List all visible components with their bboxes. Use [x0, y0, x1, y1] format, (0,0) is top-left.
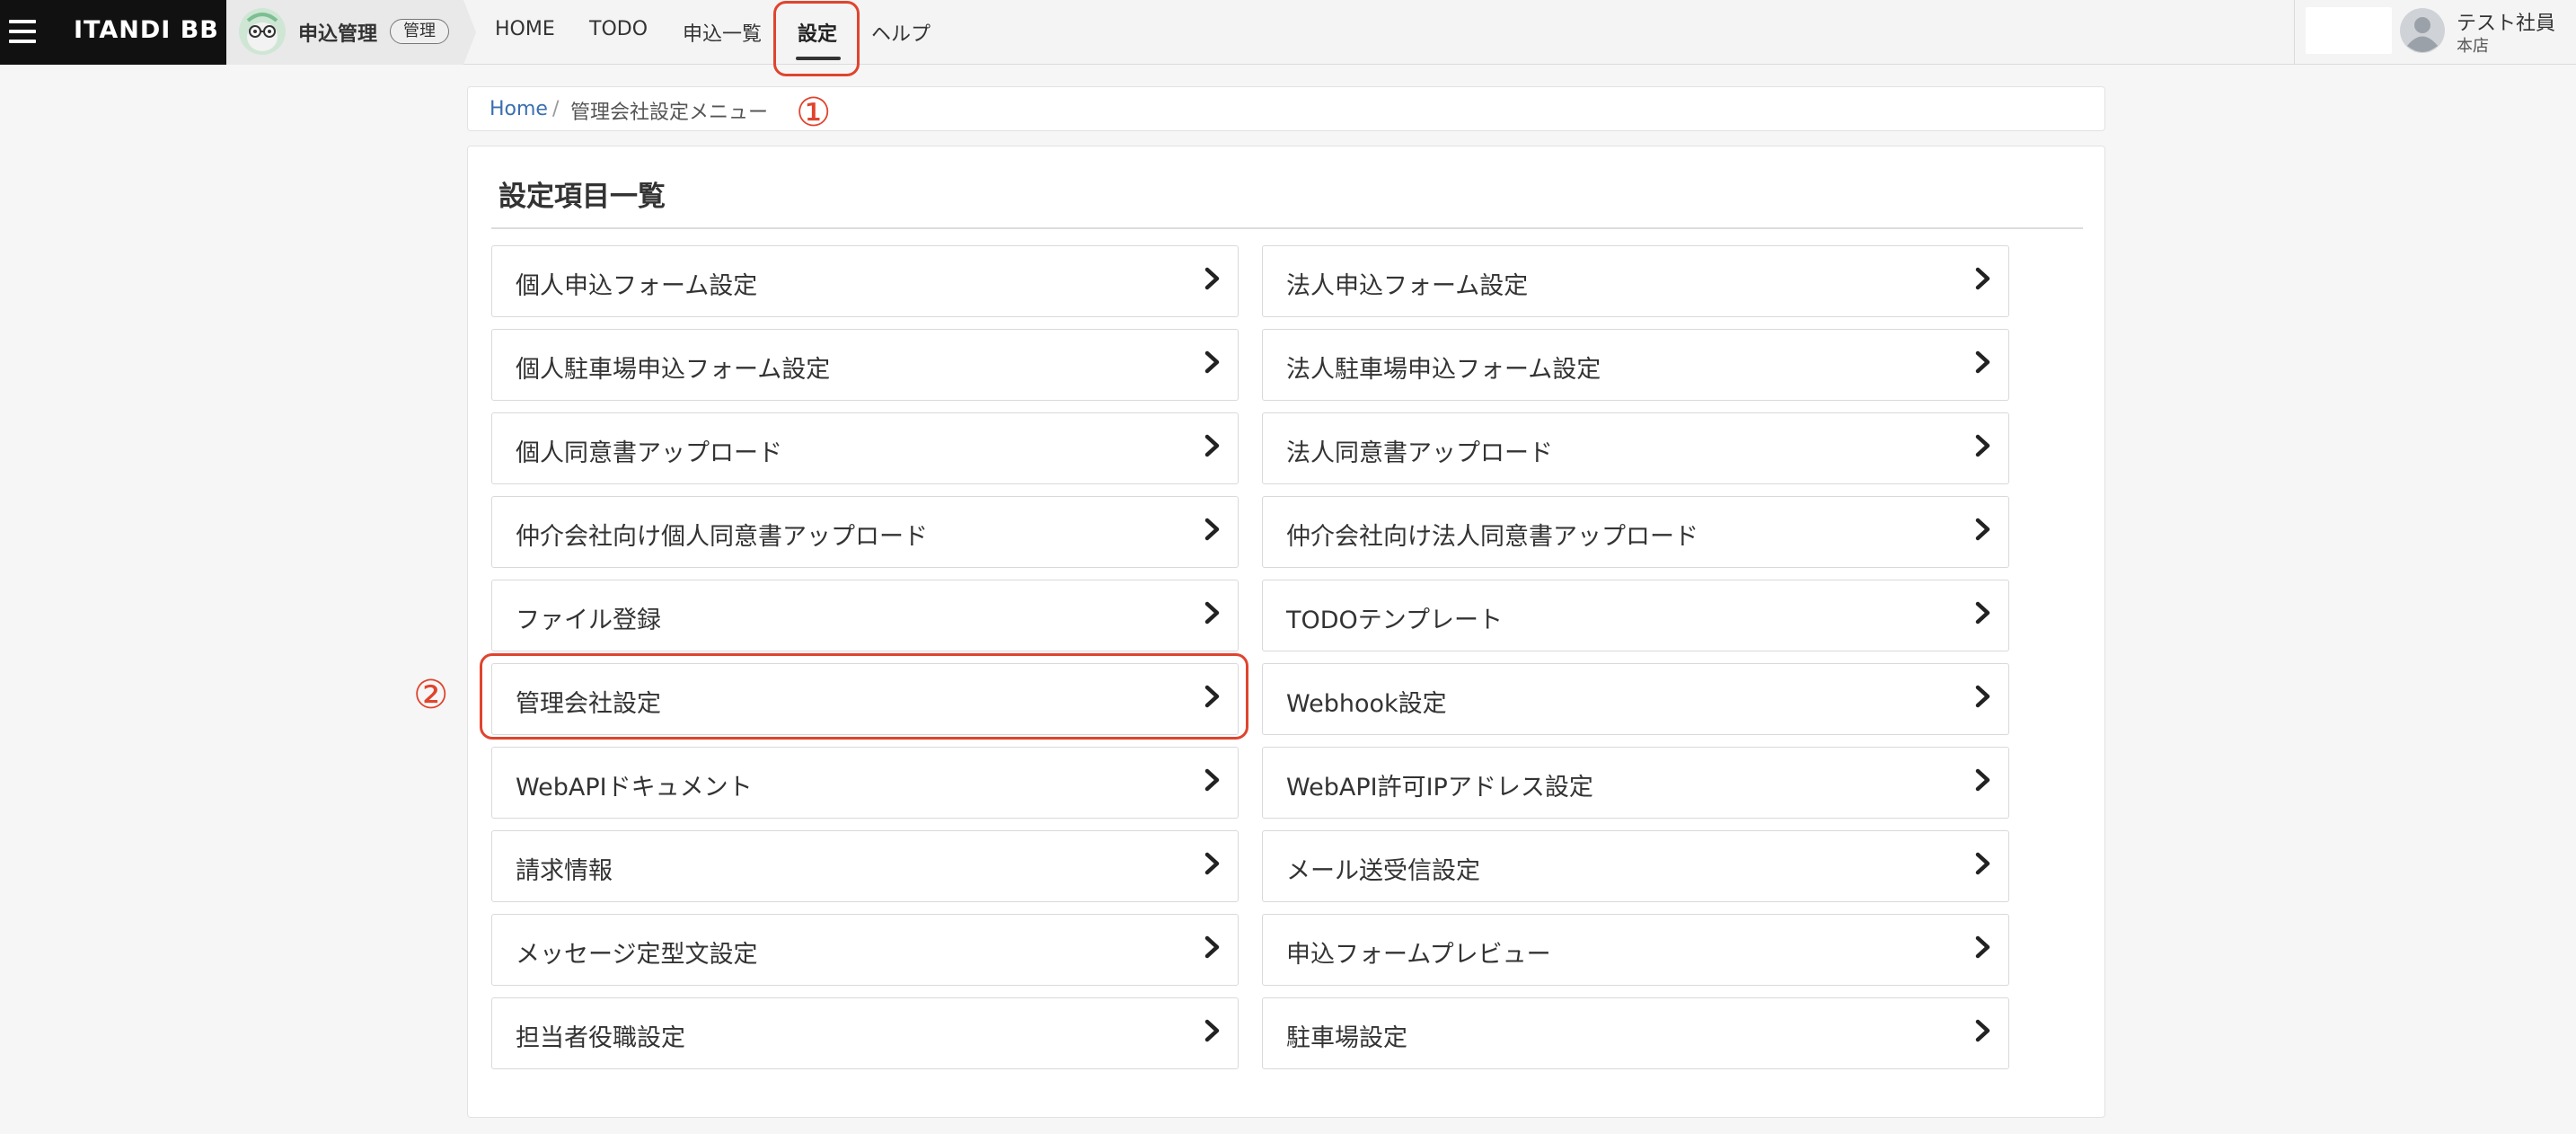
right-settings-item[interactable]: 法人同意書アップロード — [1262, 412, 2009, 484]
left-settings-item[interactable]: 仲介会社向け個人同意書アップロード — [491, 496, 1239, 568]
chevron-right-icon — [1202, 1018, 1223, 1043]
user-menu[interactable]: テスト社員 本店 — [2294, 0, 2576, 65]
page-title: 設定項目一覧 — [498, 181, 666, 213]
right-settings-item[interactable]: 仲介会社向け法人同意書アップロード — [1262, 496, 2009, 568]
settings-item-label: 駐車場設定 — [1286, 1024, 1407, 1052]
chevron-right-icon — [1202, 517, 1223, 542]
breadcrumb-home-link[interactable]: Home — [490, 98, 548, 120]
left-settings-item[interactable]: 担当者役職設定 — [491, 997, 1239, 1069]
chevron-right-icon — [1972, 684, 1994, 709]
chevron-right-icon — [1972, 350, 1994, 375]
left-settings-item[interactable]: 個人駐車場申込フォーム設定 — [491, 329, 1239, 401]
chevron-right-icon — [1202, 600, 1223, 625]
right-settings-item[interactable]: メール送受信設定 — [1262, 830, 2009, 902]
right-settings-item[interactable]: 法人申込フォーム設定 — [1262, 245, 2009, 317]
chevron-right-icon — [1202, 433, 1223, 458]
user-company-logo — [2306, 7, 2392, 54]
settings-item-label: WebAPI許可IPアドレス設定 — [1286, 774, 1593, 802]
breadcrumb-current: 管理会社設定メニュー — [570, 102, 769, 124]
settings-item-label: ファイル登録 — [516, 607, 661, 634]
settings-item-label: 法人駐車場申込フォーム設定 — [1286, 356, 1601, 384]
settings-item-label: 法人申込フォーム設定 — [1286, 272, 1529, 300]
nav-settings[interactable]: 設定 — [798, 18, 837, 47]
product-name: 申込管理 — [298, 23, 378, 46]
settings-item-label: TODOテンプレート — [1286, 607, 1503, 634]
settings-panel: 設定項目一覧 個人申込フォーム設定個人駐車場申込フォーム設定 個人同意書アップロー… — [467, 146, 2105, 1118]
settings-item-label: メッセージ定型文設定 — [516, 941, 758, 969]
user-avatar-icon — [2399, 7, 2446, 54]
chevron-right-icon — [1202, 935, 1223, 960]
top-header: ITANDI BB 申込管理 管理 HOME TODO 申込一覧 設定 ヘルプ — [0, 0, 2576, 65]
hamburger-menu-icon[interactable] — [9, 18, 40, 45]
settings-item-label: 仲介会社向け個人同意書アップロード — [516, 523, 928, 551]
chevron-right-icon — [1202, 767, 1223, 793]
chevron-right-icon — [1202, 266, 1223, 291]
breadcrumb: Home / 管理会社設定メニュー — [467, 86, 2105, 131]
settings-item-label: 請求情報 — [516, 857, 613, 885]
step-marker-2: ② — [413, 672, 449, 718]
right-settings-item[interactable]: 駐車場設定 — [1262, 997, 2009, 1069]
settings-item-label: 個人同意書アップロード — [516, 439, 782, 467]
active-nav-indicator — [796, 57, 841, 60]
settings-item-label: 仲介会社向け法人同意書アップロード — [1286, 523, 1698, 551]
role-badge: 管理 — [390, 19, 449, 44]
user-shop: 本店 — [2457, 37, 2489, 56]
right-settings-item[interactable]: 申込フォームプレビュー — [1262, 914, 2009, 986]
settings-item-label: 担当者役職設定 — [516, 1024, 685, 1052]
settings-item-label: 個人申込フォーム設定 — [516, 272, 758, 300]
settings-item-label: WebAPIドキュメント — [516, 774, 753, 802]
chevron-right-icon — [1202, 684, 1223, 709]
chevron-right-icon — [1972, 935, 1994, 960]
chevron-right-icon — [1972, 600, 1994, 625]
brand-area: ITANDI BB — [0, 0, 226, 65]
settings-item-label: Webhook設定 — [1286, 690, 1447, 718]
mascot-icon — [239, 8, 286, 55]
right-settings-item[interactable]: WebAPI許可IPアドレス設定 — [1262, 747, 2009, 819]
right-settings-item[interactable]: Webhook設定 — [1262, 663, 2009, 735]
settings-item-label: 管理会社設定 — [516, 690, 661, 718]
product-switcher[interactable]: 申込管理 管理 — [226, 0, 463, 65]
chevron-right-icon — [1202, 350, 1223, 375]
nav-help[interactable]: ヘルプ — [871, 18, 931, 47]
nav-application-list[interactable]: 申込一覧 — [683, 18, 762, 47]
left-settings-item[interactable]: メッセージ定型文設定 — [491, 914, 1239, 986]
title-divider — [491, 227, 2083, 229]
right-settings-item[interactable]: 法人駐車場申込フォーム設定 — [1262, 329, 2009, 401]
chevron-right-icon — [1972, 851, 1994, 876]
product-arrow-divider — [463, 0, 476, 65]
left-settings-item[interactable]: ファイル登録 — [491, 580, 1239, 651]
chevron-right-icon — [1972, 767, 1994, 793]
left-settings-item[interactable]: WebAPIドキュメント — [491, 747, 1239, 819]
settings-item-label: メール送受信設定 — [1286, 857, 1480, 885]
left-settings-item[interactable]: 個人申込フォーム設定 — [491, 245, 1239, 317]
chevron-right-icon — [1972, 266, 1994, 291]
chevron-right-icon — [1972, 517, 1994, 542]
settings-item-label: 申込フォームプレビュー — [1286, 941, 1551, 969]
nav-todo[interactable]: TODO — [589, 18, 648, 40]
left-settings-item[interactable]: 個人同意書アップロード — [491, 412, 1239, 484]
left-settings-item[interactable]: 管理会社設定 — [491, 663, 1239, 735]
settings-item-label: 法人同意書アップロード — [1286, 439, 1553, 467]
right-settings-item[interactable]: TODOテンプレート — [1262, 580, 2009, 651]
chevron-right-icon — [1972, 433, 1994, 458]
left-settings-item[interactable]: 請求情報 — [491, 830, 1239, 902]
step-marker-1: ① — [796, 90, 832, 136]
chevron-right-icon — [1972, 1018, 1994, 1043]
itandi-logo[interactable]: ITANDI BB — [74, 16, 219, 44]
chevron-right-icon — [1202, 851, 1223, 876]
breadcrumb-separator: / — [552, 98, 560, 120]
user-name: テスト社員 — [2457, 13, 2556, 35]
nav-home[interactable]: HOME — [495, 18, 555, 40]
settings-item-label: 個人駐車場申込フォーム設定 — [516, 356, 831, 384]
